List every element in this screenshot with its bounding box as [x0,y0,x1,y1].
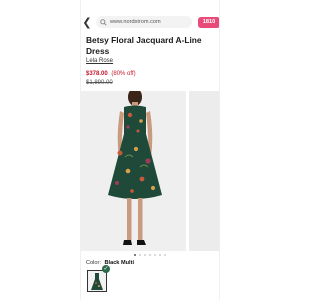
browser-bar: ❮ www.nordstrom.com 1810 [80,14,220,30]
swatch-dress-thumbnail [88,271,106,291]
pagination-dot[interactable] [164,254,166,256]
original-price: $1,890.00 [86,80,113,86]
price-row: $378.00 (80% off) [86,71,136,77]
product-title: Betsy Floral Jacquard A-Line Dress [86,35,202,56]
color-label: Color: [86,260,101,266]
discount-label: (80% off) [111,71,136,77]
selected-check-icon: ✓ [102,265,110,273]
pagination-dot[interactable] [144,254,146,256]
tab-count-badge[interactable]: 1810 [198,16,220,28]
pagination-dot[interactable] [149,254,151,256]
product-photo[interactable] [80,91,186,251]
color-selection-label: Color: Black Multi [86,260,134,266]
pagination-dot[interactable] [159,254,161,256]
product-gallery[interactable] [80,91,220,251]
pagination-dot[interactable] [134,254,136,256]
url-field[interactable]: www.nordstrom.com [96,16,192,28]
gallery-pagination [80,254,220,256]
brand-link[interactable]: Lela Rose [86,58,113,64]
search-icon [100,18,107,26]
pagination-dot[interactable] [139,254,141,256]
color-value: Black Multi [104,260,135,266]
next-photo-preview[interactable] [189,91,220,251]
dress-model-illustration [108,91,162,245]
color-swatch-black-multi[interactable] [87,270,107,292]
pagination-dot[interactable] [154,254,156,256]
chevron-left-icon: ❮ [82,16,92,29]
back-button[interactable]: ❮ [80,14,94,30]
url-text: www.nordstrom.com [110,19,161,25]
sale-price: $378.00 [86,71,108,77]
mobile-screen: ❮ www.nordstrom.com 1810 Betsy Floral Ja… [80,0,220,300]
